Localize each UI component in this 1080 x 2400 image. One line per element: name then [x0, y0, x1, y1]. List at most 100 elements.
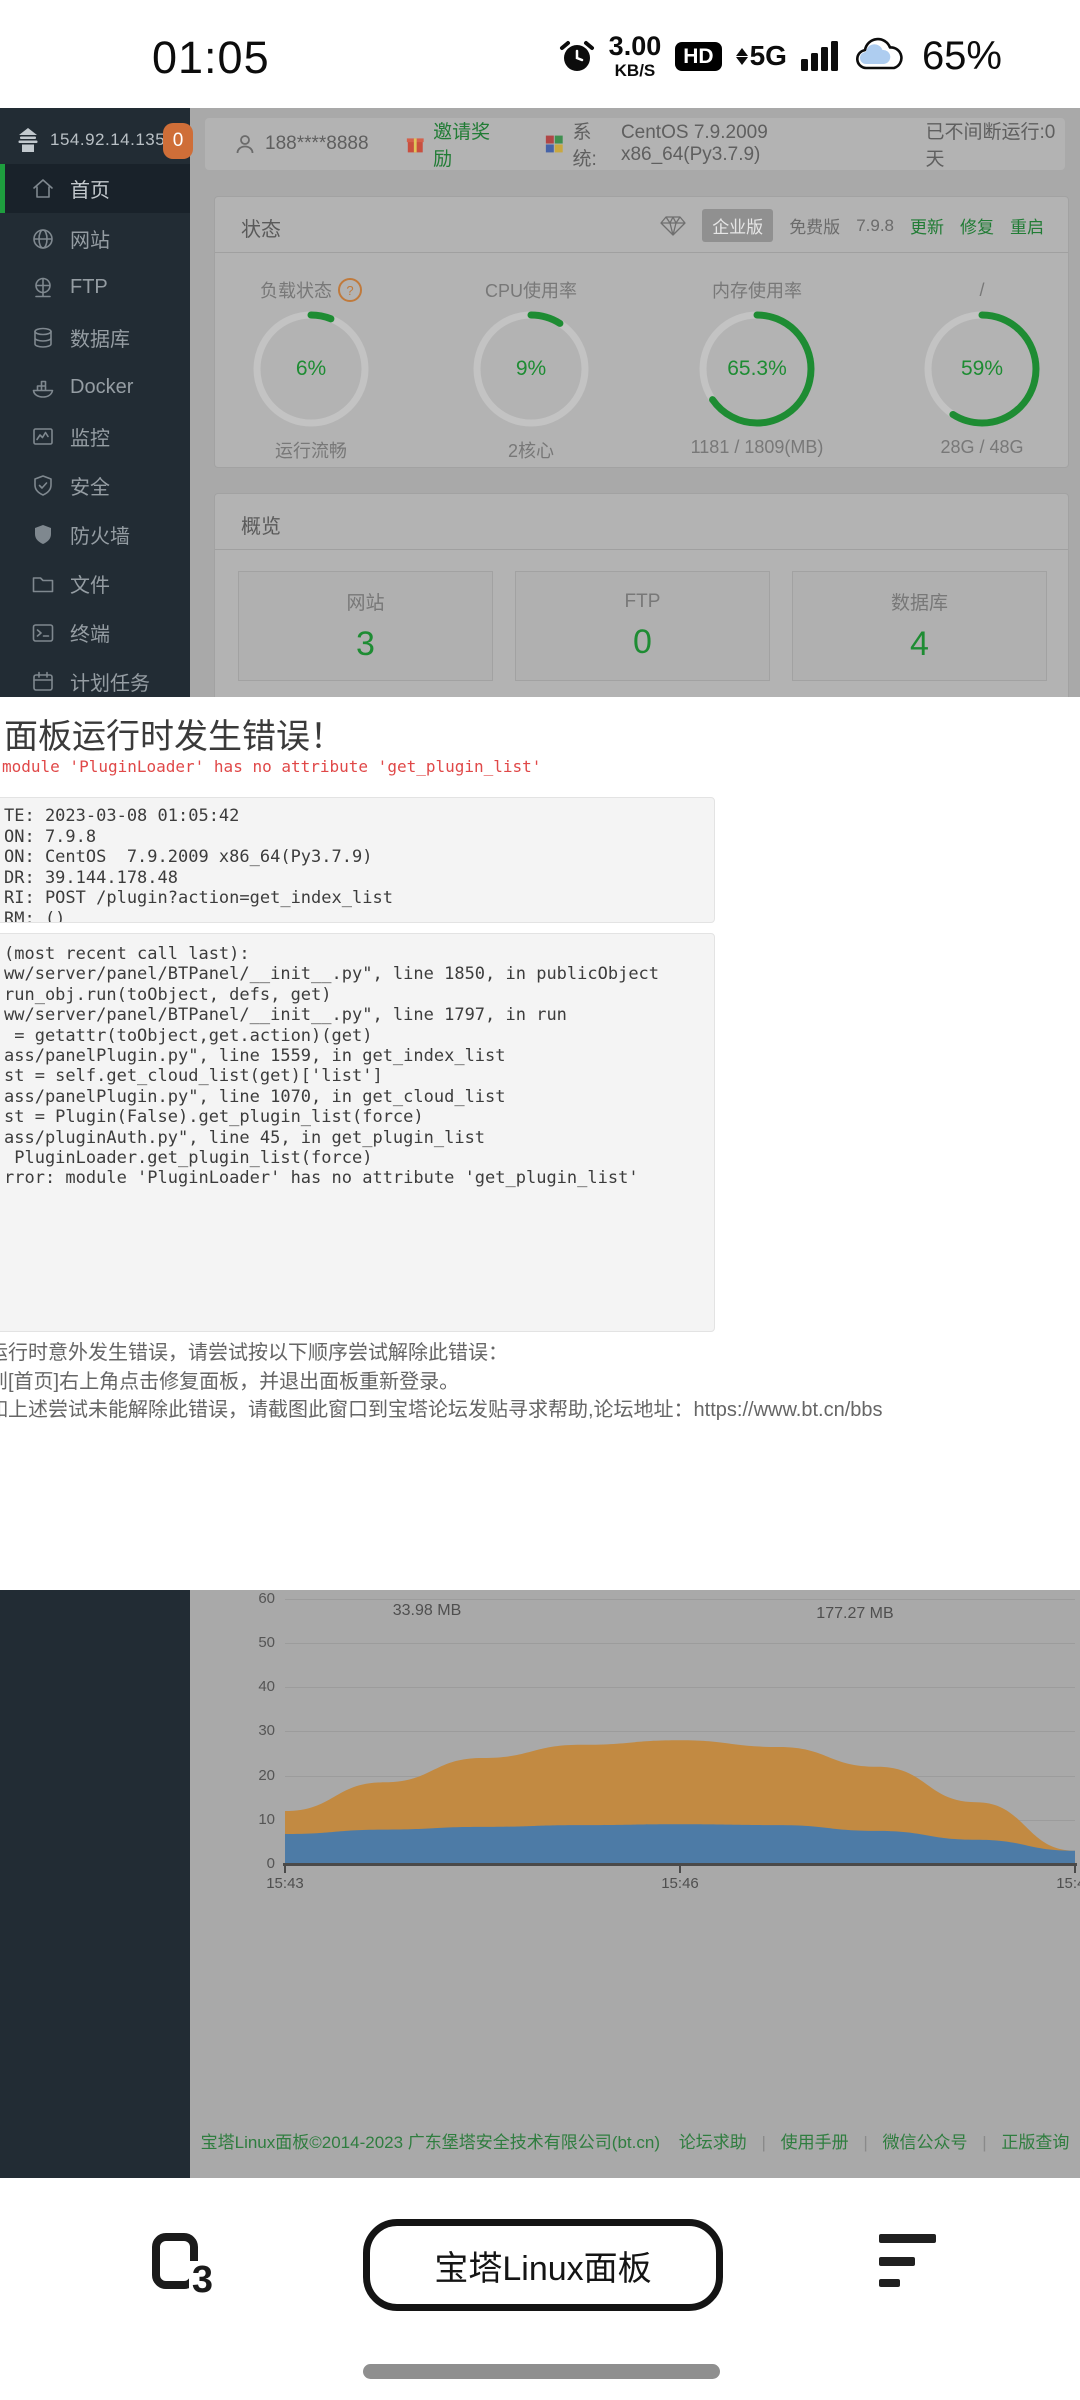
gauge-sub: 运行流畅 — [275, 441, 347, 461]
sidebar-item-database[interactable]: 数据库 — [0, 313, 190, 362]
network-speed-unit: KB/S — [614, 61, 656, 80]
sidebar-item-home[interactable]: 首页 — [0, 164, 190, 213]
folder-icon — [30, 571, 56, 597]
gauge-label: 负载状态 — [260, 281, 332, 301]
sidebar-item-security[interactable]: 安全 — [0, 461, 190, 510]
meta-line: RI: POST /plugin?action=get_index_list — [4, 888, 393, 908]
error-message: module 'PluginLoader' has no attribute '… — [2, 757, 542, 776]
monitor-chart-icon — [30, 424, 56, 450]
sidebar-item-label: 数据库 — [70, 329, 130, 351]
sidebar-item-ftp[interactable]: FTP — [0, 263, 190, 312]
x-tick: 15:46 — [661, 1875, 699, 1892]
overview-card-header: 概览 — [215, 494, 1068, 550]
network-speed: 3.00 KB/S — [609, 33, 662, 80]
overview-label: 数据库 — [890, 593, 948, 614]
panel-logo-row[interactable]: 154.92.14.135 — [0, 116, 190, 164]
repair-link[interactable]: 修复 — [960, 213, 994, 238]
traceback-line: st = Plugin(False).get_plugin_list(force… — [4, 1107, 424, 1128]
meta-line: ON: 7.9.8 — [4, 826, 97, 847]
sidebar-item-firewall[interactable]: 防火墙 — [0, 510, 190, 559]
calendar-icon — [30, 669, 56, 695]
clock-time: 01:05 — [152, 32, 270, 83]
advice-line: 运行时意外发生错误，请尝试按以下顺序尝试解除此错误： — [0, 1342, 508, 1364]
sidebar-item-files[interactable]: 文件 — [0, 559, 190, 608]
overview-value: 4 — [910, 625, 929, 663]
sidebar-item-label: 文件 — [70, 575, 110, 597]
meta-line: DR: 39.144.178.48 — [4, 867, 178, 888]
baota-logo-icon — [18, 128, 38, 152]
enterprise-badge[interactable]: 企业版 — [702, 209, 774, 242]
restart-link[interactable]: 重启 — [1010, 213, 1044, 238]
gauge-value: 65.3% — [727, 357, 787, 380]
update-link[interactable]: 更新 — [910, 213, 944, 238]
os-icon — [545, 135, 563, 153]
y-tick: 0 — [266, 1855, 275, 1872]
status-card-header: 状态 企业版 免费版 7.9.8 更新 修复 重启 — [215, 197, 1068, 253]
tabs-button[interactable]: 3 — [152, 2233, 216, 2299]
edition-label: 免费版 — [789, 218, 841, 237]
error-traceback-box: (most recent call last): ww/server/panel… — [0, 933, 715, 1332]
database-icon — [30, 325, 56, 351]
chart-areas — [285, 1740, 1075, 1864]
globe-icon — [30, 226, 56, 252]
y-tick: 50 — [258, 1634, 275, 1651]
gauge-sub: 2核心 — [507, 441, 554, 461]
uptime-text: 已不间断运行:0天 — [925, 122, 1056, 170]
overview-label: FTP — [624, 590, 661, 612]
invite-link[interactable]: 邀请奖励 — [405, 117, 504, 171]
sidebar-item-docker[interactable]: Docker — [0, 363, 190, 412]
gauge-label: 内存使用率 — [712, 281, 802, 301]
traceback-line: PluginLoader.get_plugin_list(force) — [4, 1148, 373, 1169]
system-label: 系统: — [572, 122, 597, 170]
user-account[interactable]: 188****8888 — [233, 132, 369, 156]
y-tick: 60 — [258, 1590, 275, 1607]
separator: | — [761, 2133, 766, 2152]
traceback-line: ww/server/panel/BTPanel/__init__.py", li… — [4, 1005, 567, 1026]
menu-icon-line — [879, 2234, 936, 2243]
gauge-disk: / 59% 28G / 48G — [892, 277, 1072, 458]
meta-line: TE: 2023-03-08 01:05:42 — [4, 806, 240, 826]
footer-link-forum[interactable]: 论坛求助 — [679, 2133, 747, 2152]
sidebar-item-label: Docker — [70, 376, 134, 398]
message-count-badge[interactable]: 0 — [163, 123, 193, 159]
docker-icon — [30, 375, 56, 401]
phone-screen: 01:05 3.00 KB/S HD 5G 65% 154.92.14.135 … — [0, 0, 1080, 2400]
y-tick: 40 — [258, 1678, 275, 1695]
sidebar-item-label: 防火墙 — [70, 526, 130, 548]
footer-link-manual[interactable]: 使用手册 — [781, 2133, 849, 2152]
gauge-label: / — [979, 279, 985, 300]
traceback-line: st = self.get_cloud_list(get)['list'] — [4, 1066, 383, 1087]
gauge-sub: 28G / 48G — [940, 437, 1024, 457]
sidebar-item-label: 计划任务 — [70, 673, 150, 695]
home-icon — [30, 176, 56, 202]
sidebar-item-label: 监控 — [70, 428, 110, 450]
error-advice: 运行时意外发生错误，请尝试按以下顺序尝试解除此错误： 到[首页]右上角点击修复面… — [0, 1339, 883, 1425]
address-bar-title: 宝塔Linux面板 — [434, 2249, 652, 2288]
battery-percent: 65% — [921, 33, 1002, 78]
advice-line: 如上述尝试未能解除此错误，请截图此窗口到宝塔论坛发贴寻求帮助,论坛地址：http… — [0, 1399, 883, 1421]
error-meta-box: TE: 2023-03-08 01:05:42 ON: 7.9.8 ON: Ce… — [0, 797, 715, 923]
footer-link-wechat[interactable]: 微信公众号 — [883, 2133, 968, 2152]
overview-websites[interactable]: 网站 3 — [238, 571, 493, 681]
home-indicator — [363, 2364, 720, 2379]
system-value: CentOS 7.9.2009 x86_64(Py3.7.9) — [620, 122, 768, 165]
sidebar-item-label: FTP — [70, 276, 108, 298]
gift-icon — [406, 138, 424, 153]
status-title: 状态 — [241, 219, 281, 241]
sidebar-item-monitor[interactable]: 监控 — [0, 412, 190, 461]
menu-icon-line — [879, 2257, 915, 2266]
address-bar[interactable]: 宝塔Linux面板 — [363, 2219, 723, 2311]
footer-link-genuine[interactable]: 正版查询 — [1001, 2133, 1069, 2152]
overview-ftp[interactable]: FTP 0 — [515, 571, 770, 681]
error-dialog-title: 面板运行时发生错误！ — [4, 718, 344, 756]
advice-line: 到[首页]右上角点击修复面板，并退出面板重新登录。 — [0, 1370, 460, 1393]
overview-database[interactable]: 数据库 4 — [792, 571, 1047, 681]
separator: | — [863, 2133, 868, 2152]
gauge-memory: 内存使用率 65.3% 1181 / 1809(MB) — [667, 277, 847, 458]
help-icon[interactable]: ? — [338, 278, 362, 302]
menu-button[interactable] — [879, 2234, 939, 2290]
sidebar-item-terminal[interactable]: 终端 — [0, 608, 190, 657]
version-row: 企业版 免费版 7.9.8 更新 修复 重启 — [660, 209, 1044, 242]
sidebar-item-label: 终端 — [70, 624, 110, 646]
sidebar-item-website[interactable]: 网站 — [0, 214, 190, 263]
